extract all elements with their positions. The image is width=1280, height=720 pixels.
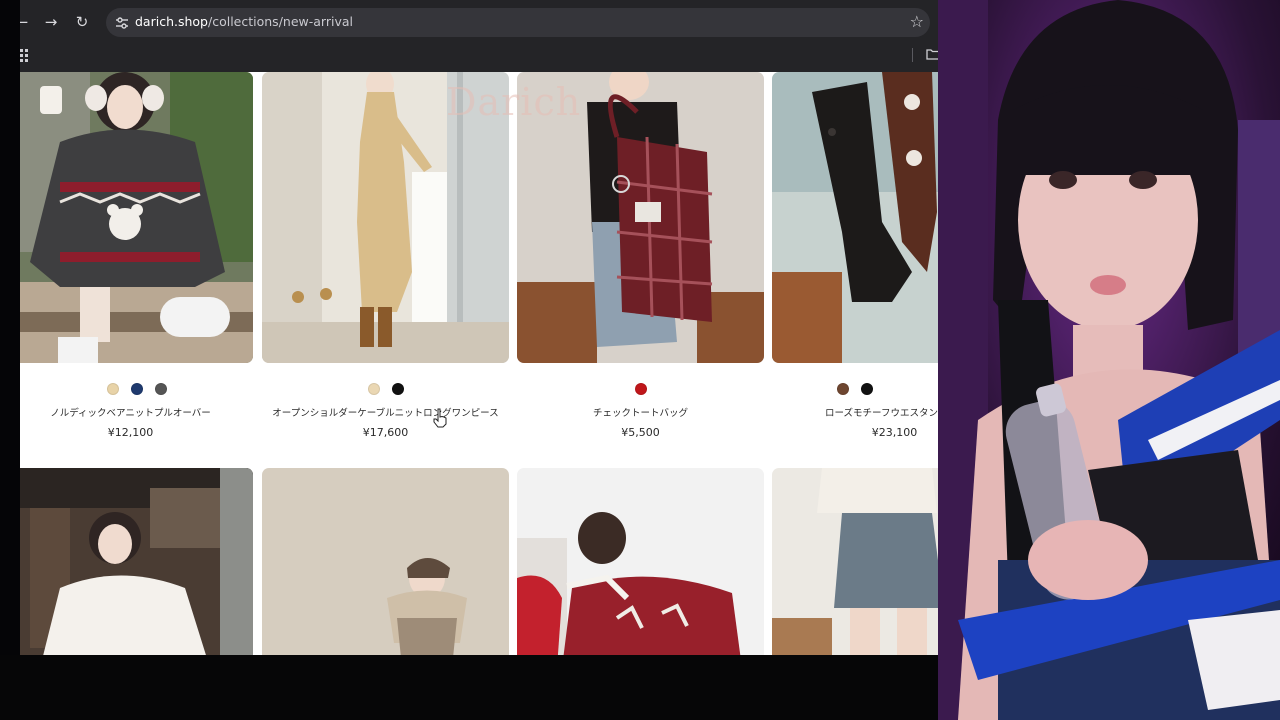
bottom-dark-strip — [0, 655, 938, 720]
url-path: /collections/new-arrival — [208, 14, 353, 29]
swatch-red[interactable] — [634, 383, 647, 395]
bookmarks-divider — [912, 48, 913, 62]
product-image-denim-skirt[interactable] — [772, 468, 938, 655]
swatch-beige[interactable] — [106, 383, 119, 395]
color-swatches — [20, 383, 253, 395]
browser-window: ← → ↻ darich.shop/collections/new-arriva… — [20, 0, 938, 655]
product-price: ¥12,100 — [107, 426, 154, 439]
product-price: ¥5,500 — [621, 426, 660, 439]
product-name[interactable]: ノルディックベアニットプルオーバー — [20, 405, 241, 419]
product-name[interactable]: オープンショルダーケーブルニットロングワンピース — [242, 405, 529, 419]
bookmarks-bar — [20, 40, 938, 70]
color-swatches — [262, 383, 509, 395]
logo-watermark: Darich — [446, 80, 582, 124]
address-bar[interactable]: darich.shop/collections/new-arrival ☆ — [106, 8, 930, 37]
product-name[interactable]: チェックトートバッグ — [497, 405, 784, 419]
swatch-gray[interactable] — [154, 383, 167, 395]
product-image-western-boots[interactable] — [772, 72, 938, 363]
webcam-overlay — [938, 0, 1280, 720]
apps-grid-icon[interactable] — [20, 48, 28, 62]
color-swatches — [772, 383, 938, 395]
url-text[interactable]: darich.shop/collections/new-arrival — [135, 14, 353, 29]
reload-icon[interactable]: ↻ — [70, 10, 94, 34]
star-icon[interactable]: ☆ — [910, 11, 924, 33]
product-price: ¥17,600 — [362, 426, 409, 439]
product-image-bear-sweater[interactable] — [20, 72, 253, 363]
swatch-black[interactable] — [861, 383, 873, 395]
color-swatches — [517, 383, 764, 395]
back-arrow-icon[interactable]: ← — [20, 10, 34, 34]
site-info-icon[interactable] — [114, 15, 130, 31]
folder-icon[interactable] — [926, 48, 938, 60]
url-host: darich.shop — [135, 14, 208, 29]
collection-page: ノルディックベアニットプルオーバー ¥12,100 オープンショルダーケーブルニ… — [20, 72, 938, 655]
product-image-cardigan-set[interactable] — [262, 468, 509, 655]
swatch-black[interactable] — [391, 383, 404, 395]
product-price: ¥23,100 — [871, 426, 918, 439]
swatch-brown[interactable] — [837, 383, 849, 395]
hand-cursor-icon — [433, 408, 447, 428]
swatch-beige[interactable] — [367, 383, 380, 395]
forward-arrow-icon[interactable]: → — [39, 10, 63, 34]
browser-toolbar: ← → ↻ darich.shop/collections/new-arriva… — [20, 0, 938, 72]
product-image-white-cardigan[interactable] — [20, 468, 253, 655]
swatch-navy[interactable] — [130, 383, 143, 395]
product-name[interactable]: ローズモチーフウエスタン — [772, 405, 938, 419]
product-image-reindeer-sweater[interactable] — [517, 468, 764, 655]
